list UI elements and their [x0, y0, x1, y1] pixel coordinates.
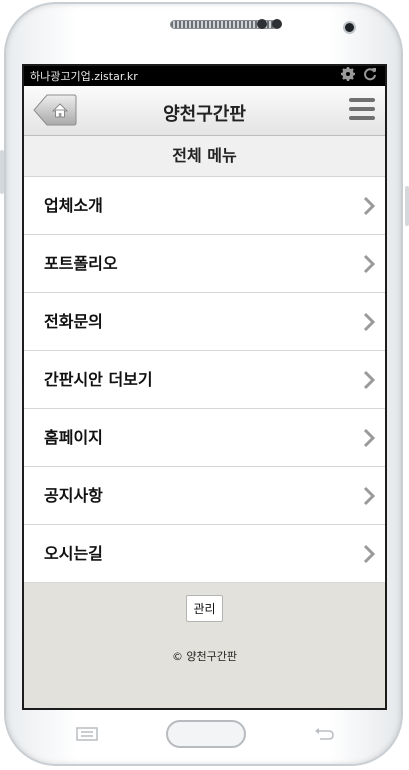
phone-screen: 하나광고기업.zistar.kr 양천구간판 전체 메뉴 업체소개 포트폴리오 … [22, 64, 387, 710]
app-header: 양천구간판 [24, 86, 385, 136]
volume-button [0, 150, 4, 194]
chevron-right-icon [363, 486, 376, 506]
status-bar: 하나광고기업.zistar.kr [24, 66, 385, 86]
menu-softkey-icon[interactable] [76, 726, 98, 742]
proximity-sensor [257, 19, 267, 29]
section-title: 전체 메뉴 [24, 136, 385, 177]
menu-item-label: 간판시안 더보기 [44, 370, 153, 389]
menu-item-phone-inquiry[interactable]: 전화문의 [24, 293, 385, 351]
menu-list: 업체소개 포트폴리오 전화문의 간판시안 더보기 홈페이지 공지사항 오시는길 [24, 177, 385, 583]
hamburger-icon[interactable] [349, 98, 375, 122]
menu-item-label: 오시는길 [44, 544, 103, 563]
menu-item-notices[interactable]: 공지사항 [24, 467, 385, 525]
copyright-text: © 양천구간판 [171, 650, 238, 663]
menu-item-label: 포트폴리오 [44, 254, 118, 273]
menu-item-sign-drafts[interactable]: 간판시안 더보기 [24, 351, 385, 409]
menu-item-portfolio[interactable]: 포트폴리오 [24, 235, 385, 293]
hardware-home-button[interactable] [166, 720, 246, 748]
chevron-right-icon [363, 312, 376, 332]
front-camera [345, 23, 354, 32]
menu-item-label: 전화문의 [44, 312, 103, 331]
admin-button[interactable]: 관리 [186, 595, 223, 622]
page-footer: 관리 © 양천구간판 [24, 583, 385, 664]
chevron-right-icon [363, 196, 376, 216]
gear-icon[interactable] [341, 67, 355, 85]
chevron-right-icon [363, 254, 376, 274]
page-title: 양천구간판 [163, 104, 246, 125]
status-app-label: 하나광고기업.zistar.kr [30, 70, 138, 83]
chevron-right-icon [363, 428, 376, 448]
menu-item-directions[interactable]: 오시는길 [24, 525, 385, 583]
menu-item-label: 홈페이지 [44, 428, 103, 447]
power-button [405, 186, 409, 226]
menu-item-label: 공지사항 [44, 486, 103, 505]
light-sensor [272, 19, 282, 29]
menu-item-label: 업체소개 [44, 196, 103, 215]
refresh-icon[interactable] [363, 67, 377, 85]
chevron-right-icon [363, 544, 376, 564]
back-softkey-icon[interactable] [313, 726, 335, 742]
menu-item-homepage[interactable]: 홈페이지 [24, 409, 385, 467]
chevron-right-icon [363, 370, 376, 390]
menu-item-company-intro[interactable]: 업체소개 [24, 177, 385, 235]
